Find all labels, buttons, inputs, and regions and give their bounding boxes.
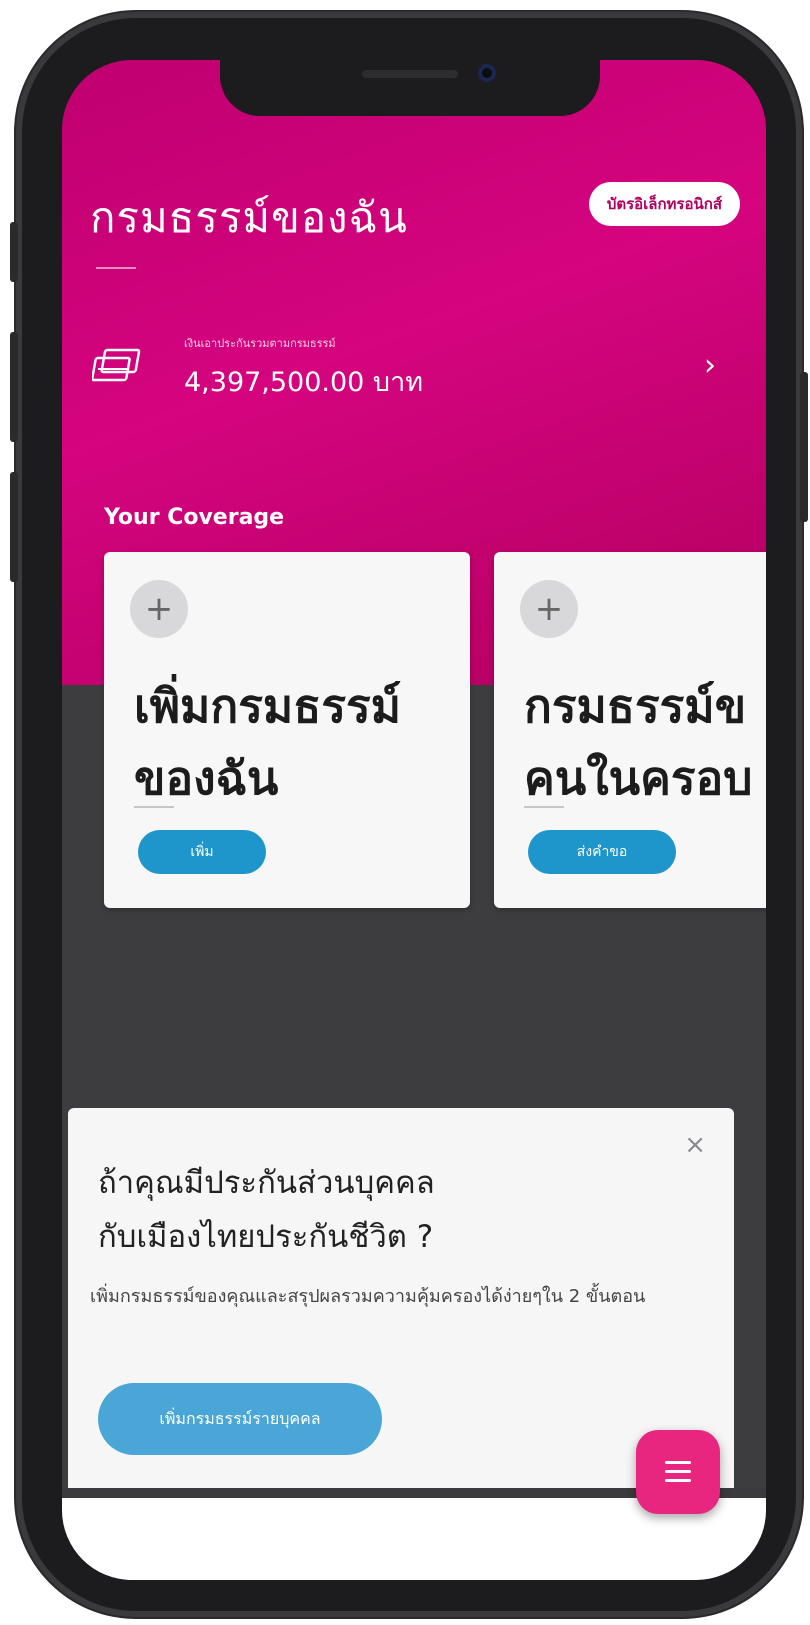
- power-button: [800, 372, 808, 522]
- sheet-title-line: กับเมืองไทยประกันชีวิต ?: [98, 1219, 434, 1255]
- coverage-card-add-mine[interactable]: + เพิ่มกรมธรรม์ ของฉัน เพิ่ม: [104, 552, 470, 908]
- chevron-right-icon: ›: [704, 348, 716, 383]
- app-screen: กรมธรรม์ของฉัน บัตรอิเล็กทรอนิกส์ เงินเอ…: [62, 60, 766, 1580]
- menu-icon: [665, 1461, 691, 1464]
- mute-switch: [10, 222, 18, 282]
- menu-fab-button[interactable]: [636, 1430, 720, 1514]
- coverage-carousel[interactable]: + เพิ่มกรมธรรม์ ของฉัน เพิ่ม + กรมธรรม์ข…: [104, 552, 766, 912]
- title-divider: [96, 267, 136, 269]
- banknote-icon: [92, 348, 141, 382]
- e-card-button[interactable]: บัตรอิเล็กทรอนิกส์: [588, 182, 740, 226]
- sum-insured-caption: เงินเอาประกันรวมตามกรมธรรม์: [184, 337, 336, 350]
- add-policy-prompt-sheet: × ถ้าคุณมีประกันส่วนบุคคล กับเมืองไทยประ…: [68, 1108, 734, 1488]
- page-title: กรมธรรม์ของฉัน: [90, 193, 408, 242]
- speaker-grille: [362, 70, 458, 78]
- volume-up-button: [10, 332, 18, 442]
- add-individual-policy-button[interactable]: เพิ่มกรมธรรม์รายบุคคล: [98, 1383, 382, 1455]
- sheet-description: เพิ่มกรมธรรม์ของคุณและสรุปผลรวมความคุ้มค…: [90, 1286, 646, 1307]
- front-camera: [478, 64, 496, 82]
- card-title-line: คนในครอบ: [524, 751, 753, 805]
- menu-icon-bar: [665, 1479, 691, 1482]
- close-icon[interactable]: ×: [684, 1130, 706, 1160]
- card-title: กรมธรรม์ข คนในครอบ: [524, 670, 766, 814]
- plus-icon[interactable]: +: [130, 580, 188, 638]
- card-title-line: กรมธรรม์ข: [524, 679, 747, 733]
- sum-insured-row[interactable]: เงินเอาประกันรวมตามกรมธรรม์ 4,397,500.00…: [92, 322, 732, 412]
- add-button[interactable]: เพิ่ม: [138, 830, 266, 874]
- sheet-title-line: ถ้าคุณมีประกันส่วนบุคคล: [98, 1165, 435, 1201]
- card-title-line: ของฉัน: [134, 751, 279, 805]
- phone-notch: [220, 60, 600, 116]
- card-divider: [134, 806, 174, 808]
- coverage-card-family[interactable]: + กรมธรรม์ข คนในครอบ ส่งคำขอ: [494, 552, 766, 908]
- card-title-line: เพิ่มกรมธรรม์: [134, 679, 402, 733]
- plus-icon[interactable]: +: [520, 580, 578, 638]
- volume-down-button: [10, 472, 18, 582]
- sheet-title: ถ้าคุณมีประกันส่วนบุคคล กับเมืองไทยประกั…: [98, 1156, 658, 1264]
- menu-icon-bar: [665, 1470, 691, 1473]
- card-title: เพิ่มกรมธรรม์ ของฉัน: [134, 670, 470, 814]
- sum-insured-value: 4,397,500.00 บาท: [184, 367, 424, 398]
- send-request-button[interactable]: ส่งคำขอ: [528, 830, 676, 874]
- coverage-section-label: Your Coverage: [104, 505, 285, 530]
- card-divider: [524, 806, 564, 808]
